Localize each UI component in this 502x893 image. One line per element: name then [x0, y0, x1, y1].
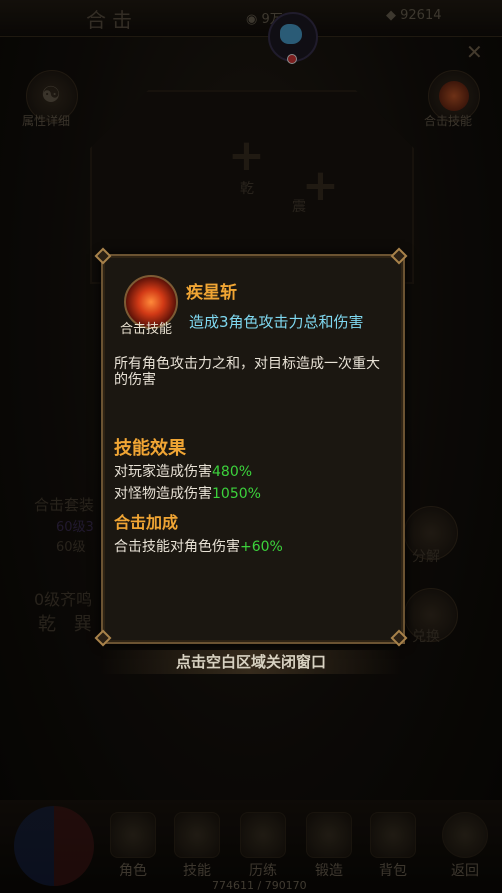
bonus-label: 合击技能对角色伤害 [114, 539, 240, 555]
skill-type-label: 合击技能 [120, 322, 173, 337]
effect-player-line: 对玩家造成伤害480% [114, 461, 252, 481]
effect-monster-label: 对怪物造成伤害 [114, 486, 212, 502]
close-hint: 点击空白区域关闭窗口 [101, 650, 401, 674]
effect-player-label: 对玩家造成伤害 [114, 464, 212, 480]
effect-monster-value: 1050% [212, 486, 261, 502]
bonus-header: 合击加成 [114, 513, 179, 532]
skill-subtitle: 造成3角色攻击力总和伤害 [189, 313, 364, 331]
bonus-value: +60% [240, 539, 283, 555]
effect-monster-line: 对怪物造成伤害1050% [114, 483, 261, 503]
effect-header: 技能效果 [114, 438, 186, 459]
bonus-line: 合击技能对角色伤害+60% [114, 536, 283, 556]
skill-name: 疾星斩 [186, 283, 237, 303]
effect-player-value: 480% [212, 464, 253, 480]
skill-description: 所有角色攻击力之和，对目标造成一次重大的伤害 [114, 356, 380, 388]
